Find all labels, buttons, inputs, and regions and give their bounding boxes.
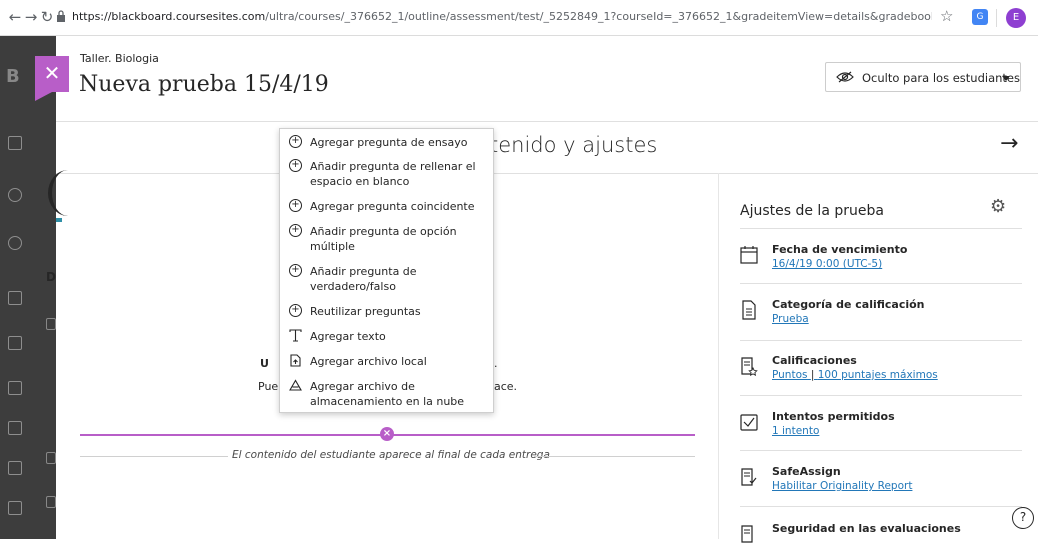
- translate-extension-icon[interactable]: G: [972, 9, 988, 25]
- profile-avatar[interactable]: E: [1006, 8, 1026, 28]
- empty-state-text-left: Pue: [258, 380, 279, 393]
- courses-icon: [8, 291, 22, 305]
- student-content-note: El contenido del estudiante aparece al f…: [232, 449, 550, 461]
- page-title[interactable]: Nueva prueba 15/4/19: [79, 72, 329, 97]
- safeassign-link[interactable]: Habilitar Originality Report: [772, 480, 912, 492]
- header-divider: [56, 121, 1038, 122]
- bookmark-star-icon[interactable]: ☆: [940, 7, 953, 25]
- grades-icon: [8, 461, 22, 475]
- setting-title: SafeAssign: [772, 465, 841, 478]
- partial-icon: [46, 452, 56, 464]
- file-upload-icon: [290, 354, 301, 367]
- divider-right: [534, 456, 695, 457]
- plus-circle-icon: +: [289, 199, 302, 212]
- heading-divider: [56, 173, 1038, 174]
- safeassign-icon: [741, 468, 757, 486]
- globe-icon: [8, 236, 22, 250]
- calendar-icon: [740, 246, 758, 264]
- visibility-dropdown[interactable]: Oculto para los estudiantes: [825, 62, 1021, 92]
- plus-circle-icon: +: [289, 135, 302, 148]
- tools-icon: [8, 501, 22, 515]
- settings-column-divider: [718, 173, 719, 539]
- chevron-down-icon: [1002, 76, 1010, 81]
- empty-state-text-right: ace.: [494, 380, 518, 393]
- setting-title: Fecha de vencimiento: [772, 243, 908, 256]
- url-host: https://blackboard.coursesites.com: [72, 10, 266, 23]
- menu-item-label: Reutilizar preguntas: [310, 305, 421, 318]
- reload-icon[interactable]: ↻: [38, 8, 56, 26]
- menu-item-label: Agregar pregunta de ensayo: [310, 136, 468, 149]
- setting-title: Calificaciones: [772, 354, 857, 367]
- attempts-link[interactable]: 1 intento: [772, 425, 819, 437]
- menu-item-label: Añadir pregunta de opción múltiple: [310, 225, 457, 253]
- security-icon: [741, 525, 753, 543]
- close-insert-icon[interactable]: ×: [380, 427, 394, 441]
- partial-icon: [46, 496, 56, 508]
- plus-circle-icon: +: [289, 264, 302, 277]
- visibility-label: Oculto para los estudiantes: [862, 71, 1020, 85]
- partial-letter: D: [46, 270, 56, 284]
- setting-title: Intentos permitidos: [772, 410, 895, 423]
- settings-divider: [740, 283, 1022, 284]
- settings-divider: [740, 395, 1022, 396]
- cloud-icon: [289, 379, 302, 391]
- browser-toolbar: ← → ↻ https://blackboard.coursesites.com…: [0, 0, 1038, 36]
- address-bar[interactable]: https://blackboard.coursesites.com/ultra…: [72, 10, 932, 23]
- messages-icon: [8, 421, 22, 435]
- profile-icon: [8, 188, 22, 202]
- grading-links: Puntos | 100 puntajes máximos: [772, 369, 938, 381]
- arrow-right-icon[interactable]: →: [1000, 131, 1018, 156]
- add-content-menu: + Agregar pregunta de ensayo + Añadir pr…: [279, 128, 494, 413]
- calendar-nav-icon: [8, 381, 22, 395]
- settings-divider: [740, 228, 1022, 229]
- menu-item-label: Agregar pregunta coincidente: [310, 200, 475, 213]
- link-separator: |: [810, 369, 818, 381]
- test-editor-panel: [56, 36, 1038, 539]
- brand-letter: B: [6, 66, 20, 87]
- avatar: [48, 170, 88, 216]
- setting-title: Categoría de calificación: [772, 298, 925, 311]
- institution-icon: [8, 136, 22, 150]
- help-button[interactable]: ?: [1012, 507, 1034, 529]
- gear-icon[interactable]: ⚙: [990, 196, 1006, 217]
- menu-item-label: Agregar archivo local: [310, 355, 427, 368]
- divider-left: [80, 456, 228, 457]
- checkbox-icon: [740, 414, 758, 431]
- menu-item-label: Agregar texto: [310, 330, 386, 343]
- grading-icon: [741, 357, 758, 376]
- text-icon: [289, 329, 302, 342]
- max-score-link[interactable]: 100 puntajes máximos: [818, 369, 938, 381]
- close-button[interactable]: ✕: [35, 56, 69, 101]
- menu-item-label: Añadir pregunta de verdadero/falso: [310, 265, 417, 293]
- url-path: /ultra/courses/_376652_1/outline/assessm…: [265, 10, 932, 23]
- settings-divider: [740, 506, 1022, 507]
- settings-divider: [740, 450, 1022, 451]
- menu-item-label: Añadir pregunta de rellenar el espacio e…: [310, 160, 476, 188]
- lock-icon: [57, 10, 65, 22]
- setting-title: Seguridad en las evaluaciones: [772, 522, 961, 535]
- settings-title: Ajustes de la prueba: [740, 203, 884, 219]
- document-icon: [742, 300, 756, 320]
- teal-accent-bar: [56, 218, 62, 222]
- grade-category-link[interactable]: Prueba: [772, 313, 809, 325]
- partial-icon: [46, 318, 56, 330]
- eye-hidden-icon: [836, 71, 854, 83]
- plus-circle-icon: +: [289, 304, 302, 317]
- plus-circle-icon: +: [289, 224, 302, 237]
- settings-divider: [740, 340, 1022, 341]
- course-name: Taller. Biologia: [80, 52, 159, 65]
- plus-circle-icon: +: [289, 159, 302, 172]
- due-date-link[interactable]: 16/4/19 0:00 (UTC-5): [772, 258, 882, 270]
- organizations-icon: [8, 336, 22, 350]
- toolbar-divider: [996, 9, 997, 27]
- points-link[interactable]: Puntos: [772, 369, 807, 381]
- empty-state-title-left: U: [260, 357, 269, 370]
- content-settings-heading: tenido y ajustes: [490, 133, 658, 157]
- empty-state-title-right: .: [494, 357, 498, 370]
- menu-item-label: Agregar archivo de almacenamiento en la …: [310, 380, 465, 408]
